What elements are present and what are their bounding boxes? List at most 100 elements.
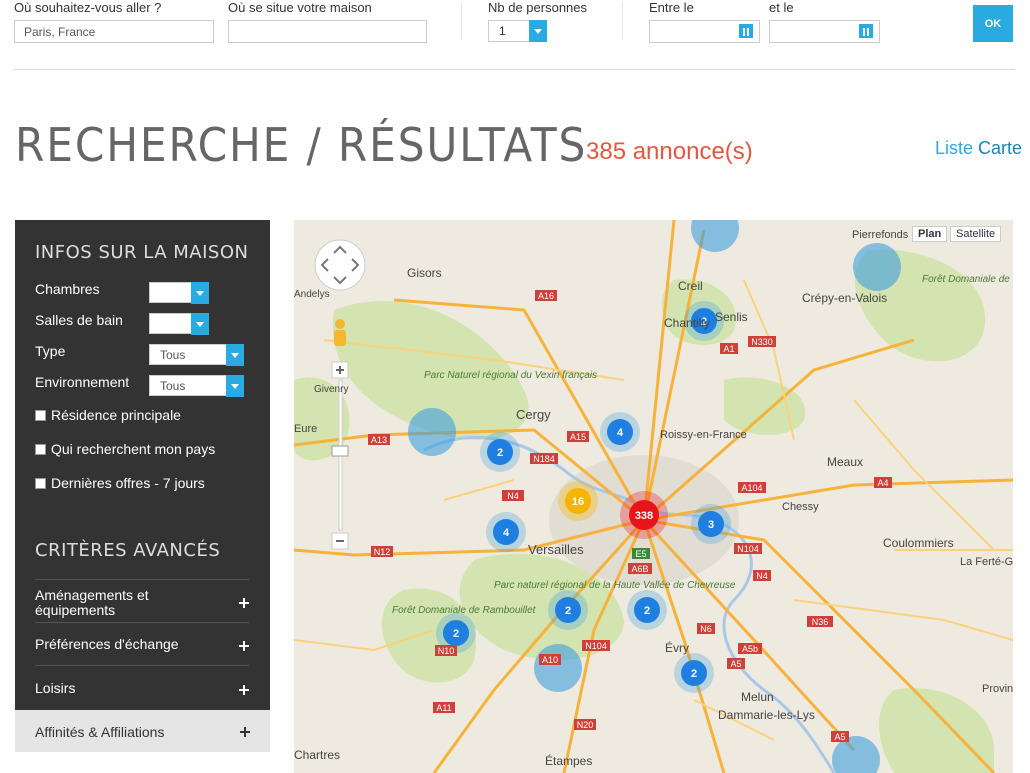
map-canvas[interactable]: 2 4 2 16 338 4 3 2 2 2 2 Gisors Creil Ch… (294, 220, 1013, 773)
cluster-marker[interactable]: 2 (480, 432, 520, 472)
cluster-marker[interactable]: 4 (600, 412, 640, 452)
divider (14, 69, 1015, 70)
persons-label: Nb de personnes (488, 0, 588, 15)
cluster-marker[interactable] (853, 243, 901, 291)
place-label: Parc naturel régional de la Haute Vallée… (494, 580, 736, 591)
cluster-marker[interactable]: 3 (691, 504, 731, 544)
type-select[interactable]: Tous (149, 344, 244, 366)
svg-text:A15: A15 (570, 432, 586, 442)
road-badge: N36 (807, 616, 833, 627)
svg-text:N184: N184 (533, 454, 555, 464)
svg-text:A13: A13 (371, 435, 387, 445)
place-label: Versailles (528, 542, 584, 557)
street-view-pegman-icon[interactable] (334, 319, 346, 346)
road-badge: N10 (435, 645, 457, 656)
cluster-marker[interactable]: 4 (486, 512, 526, 552)
place-label: Dammarie-les-Lys (718, 708, 815, 722)
cluster-marker[interactable]: 2 (627, 590, 667, 630)
chevron-down-icon[interactable] (191, 313, 209, 335)
cluster-marker[interactable] (534, 644, 582, 692)
cluster-marker[interactable] (691, 220, 739, 252)
plus-icon[interactable] (239, 685, 249, 695)
road-badge: N330 (748, 336, 776, 347)
cluster-marker[interactable]: 338 (620, 491, 668, 539)
svg-text:A6B: A6B (631, 564, 648, 574)
accordion-leisure[interactable]: Loisirs (35, 665, 249, 710)
road-badge: A11 (433, 702, 455, 713)
svg-text:N4: N4 (507, 491, 519, 501)
chevron-down-icon[interactable] (226, 375, 244, 397)
list-view-link[interactable]: Liste (935, 138, 973, 158)
place-label: Melun (741, 690, 774, 704)
place-label: Roissy-en-France (660, 429, 747, 441)
accordion-amenities[interactable]: Aménagements et équipements (35, 579, 249, 622)
svg-text:N104: N104 (737, 544, 759, 554)
cluster-count: 2 (497, 447, 503, 459)
cluster-marker[interactable]: 16 (558, 481, 598, 521)
place-label: Meaux (827, 455, 863, 469)
search-bar: Où souhaitez-vous aller ? Paris, France … (0, 0, 1030, 70)
chevron-down-icon[interactable] (529, 20, 547, 42)
destination-input[interactable]: Paris, France (14, 20, 214, 43)
place-label: Évry (665, 640, 689, 655)
plus-icon[interactable] (239, 598, 249, 608)
accordion-label: Aménagements et équipements (35, 587, 149, 618)
road-badge: A5 (831, 731, 849, 742)
checkbox[interactable] (35, 477, 46, 489)
cluster-marker[interactable]: 2 (548, 590, 588, 630)
filters-sidebar: INFOS SUR LA MAISON Chambres Salles de b… (15, 220, 270, 710)
road-badge: A5b (738, 643, 762, 654)
svg-text:A10: A10 (542, 655, 558, 665)
plus-icon[interactable] (239, 641, 249, 651)
calendar-icon[interactable] (859, 24, 873, 38)
environment-label: Environnement (35, 374, 130, 390)
primary-residence-checkbox[interactable]: Résidence principale (35, 407, 181, 423)
calendar-icon[interactable] (739, 24, 753, 38)
checkbox[interactable] (35, 409, 46, 421)
svg-text:N4: N4 (756, 571, 768, 581)
bedrooms-select[interactable] (149, 282, 209, 304)
map-view-link[interactable]: Carte (978, 138, 1022, 158)
divider (622, 2, 623, 40)
chevron-down-icon[interactable] (226, 344, 244, 366)
persons-select[interactable]: 1 (488, 20, 547, 42)
checkbox-label: Dernières offres - 7 jours (51, 475, 205, 491)
results-map[interactable]: 2 4 2 16 338 4 3 2 2 2 2 Gisors Creil Ch… (294, 220, 1013, 773)
cluster-marker[interactable]: 2 (674, 653, 714, 693)
map-type-plan-button[interactable]: Plan (912, 226, 948, 242)
home-location-input[interactable] (228, 20, 427, 43)
pan-control[interactable] (314, 239, 366, 291)
svg-text:N36: N36 (812, 617, 829, 627)
cluster-count: 16 (572, 496, 584, 508)
road-badge: N184 (530, 453, 558, 464)
to-date-input[interactable] (769, 20, 880, 43)
plus-icon[interactable] (240, 727, 250, 737)
svg-text:A4: A4 (877, 478, 888, 488)
road-badge: A5 (727, 658, 745, 669)
svg-text:A11: A11 (436, 703, 451, 713)
ok-button[interactable]: OK (973, 5, 1013, 42)
bathrooms-select[interactable] (149, 313, 209, 335)
svg-text:E5: E5 (635, 549, 646, 559)
from-date-input[interactable] (649, 20, 760, 43)
result-count: 385 annonce(s) (586, 138, 753, 165)
view-toggle: Liste Carte (935, 138, 1022, 159)
accordion-affiliations[interactable]: Affinités & Affiliations (15, 710, 270, 752)
accordion-exchange-preferences[interactable]: Préférences d'échange (35, 622, 249, 665)
road-badge: A10 (539, 654, 561, 665)
map-type-satellite-button[interactable]: Satellite (950, 226, 1002, 242)
svg-text:A5: A5 (834, 732, 845, 742)
place-label: Senlis (715, 310, 748, 324)
checkbox[interactable] (35, 443, 46, 455)
place-label: Cergy (516, 407, 551, 422)
seeking-my-country-checkbox[interactable]: Qui recherchent mon pays (35, 441, 215, 457)
place-label: Creil (678, 279, 703, 293)
road-badge: A4 (874, 477, 892, 488)
type-label: Type (35, 343, 66, 359)
checkbox-label: Résidence principale (51, 407, 181, 423)
cluster-marker[interactable] (408, 408, 456, 456)
place-label: La Ferté-G (960, 556, 1013, 568)
latest-offers-checkbox[interactable]: Dernières offres - 7 jours (35, 475, 205, 491)
chevron-down-icon[interactable] (191, 282, 209, 304)
environment-select[interactable]: Tous (149, 375, 244, 397)
